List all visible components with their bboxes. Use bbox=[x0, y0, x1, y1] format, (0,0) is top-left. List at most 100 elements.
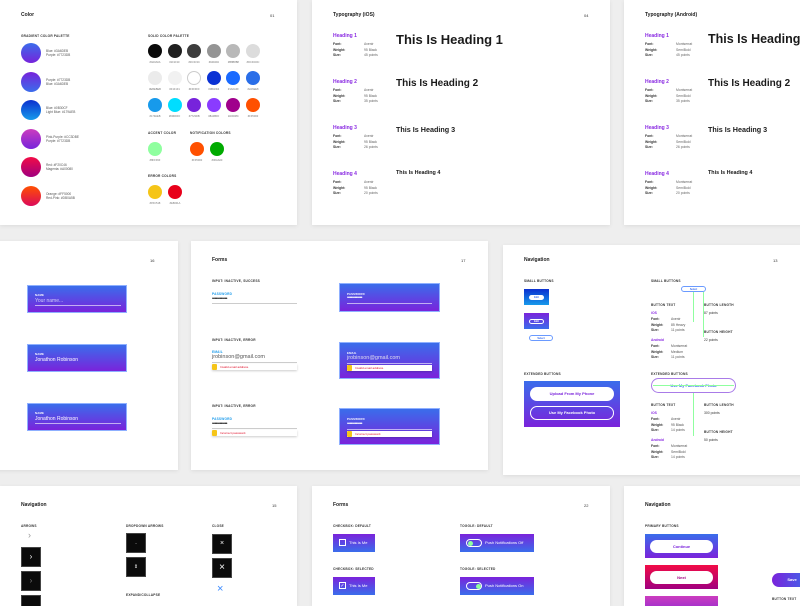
spec-label: Weight: bbox=[645, 139, 658, 144]
email-input[interactable]: jrobinson@gmail.com bbox=[212, 354, 265, 360]
spec-label: Weight: bbox=[645, 185, 658, 190]
color-swatch bbox=[246, 98, 260, 112]
page-title: Navigation bbox=[645, 502, 671, 508]
upload-from-phone-button[interactable]: Upload From My Phone bbox=[530, 387, 614, 401]
checkbox-label: This Is Me bbox=[349, 583, 368, 588]
spec-label: Font: bbox=[651, 417, 660, 421]
spec-value: 26 points bbox=[364, 145, 378, 149]
save-button[interactable]: Save bbox=[772, 573, 800, 587]
gradient-hex-label: Pink-Purple: #CC3DBE Purple: #7723DB bbox=[46, 134, 79, 143]
error-swatch bbox=[148, 185, 162, 199]
input-label: NAME bbox=[35, 411, 45, 415]
spec-label: Size: bbox=[333, 191, 341, 195]
continue-button[interactable]: Continue bbox=[650, 540, 713, 553]
chevron-right-icon[interactable]: › bbox=[21, 547, 41, 567]
spec-value: 14 points bbox=[671, 455, 685, 459]
heading-sample: This Is Heading 3 bbox=[708, 125, 768, 134]
heading-name: Heading 3 bbox=[645, 125, 669, 131]
spec-value: Avenir bbox=[364, 180, 374, 184]
spec-value: 11 points bbox=[671, 355, 685, 359]
spec-label: Font: bbox=[651, 444, 660, 448]
section-label: EXTENDED BUTTONS bbox=[651, 372, 688, 376]
name-input-placeholder[interactable]: NAME Your name... bbox=[27, 285, 127, 313]
name-input-focused[interactable]: NAME Jonathon Robinson bbox=[27, 344, 127, 372]
page-title: Forms bbox=[212, 257, 228, 263]
color-swatch bbox=[187, 98, 202, 112]
heading-sample: This Is Heading 4 bbox=[396, 170, 441, 176]
spec-label: Size: bbox=[645, 99, 653, 103]
accent-color-label: ACCENT COLOR bbox=[148, 131, 177, 135]
heading-name: Heading 1 bbox=[645, 33, 669, 39]
accent-swatch bbox=[148, 142, 162, 156]
checkbox-selected[interactable]: ✓ This Is Me bbox=[333, 577, 375, 595]
password-input[interactable]: •••••••••••• bbox=[212, 296, 228, 302]
section-label: INPUT: INACTIVE, ERROR bbox=[212, 338, 256, 342]
chevron-right-icon[interactable]: › bbox=[21, 571, 41, 591]
spec-value: 95 Black bbox=[364, 93, 378, 98]
section-label: TOGGLE: DEFAULT bbox=[460, 524, 493, 528]
gradient-swatch bbox=[21, 43, 41, 63]
section-label: CHECKBOX: SELECTED bbox=[333, 567, 374, 571]
extended-buttons-bg: Upload From My Phone Use My Facebook Pho… bbox=[524, 381, 620, 427]
spec-value: Montserrat bbox=[676, 42, 693, 46]
password-error-input-dark[interactable]: PASSWORD •••••••••••• Incorrect password… bbox=[339, 408, 440, 445]
spec-label: Font: bbox=[333, 42, 342, 46]
color-swatch bbox=[246, 44, 260, 58]
hex-label: #F1F1F1 bbox=[169, 88, 180, 91]
section-label: CLOSE bbox=[212, 524, 224, 528]
heading-name: Heading 1 bbox=[333, 33, 357, 39]
error-message: Incorrect password. bbox=[347, 431, 432, 437]
spec-value: SemiBold bbox=[676, 93, 691, 98]
spec-value: 300 points bbox=[704, 411, 720, 415]
gradient-swatch bbox=[21, 100, 41, 120]
email-input-dark[interactable]: EMAIL jrobinson@gmail.com Invalid email … bbox=[339, 342, 440, 379]
hex-label: #0A0A0A bbox=[149, 61, 161, 64]
color-card: Color 01 GRADIENT COLOR PALETTE Blue: #3… bbox=[0, 0, 297, 225]
spec-value: Avenir bbox=[364, 88, 374, 92]
next-button[interactable]: Next bbox=[650, 571, 713, 584]
page-title: Navigation bbox=[524, 257, 550, 263]
arrow-button[interactable] bbox=[21, 595, 41, 606]
spec-label: Size: bbox=[333, 99, 341, 103]
edit-button-outline[interactable]: Edit bbox=[529, 319, 544, 324]
gradient-palette-label: GRADIENT COLOR PALETTE bbox=[21, 34, 70, 38]
color-swatch bbox=[226, 71, 241, 85]
input-label: NAME bbox=[35, 352, 45, 356]
name-input-filled[interactable]: NAME Jonathon Robinson bbox=[27, 403, 127, 431]
hex-label: #A0008C bbox=[227, 115, 239, 118]
page-number: 16 bbox=[150, 258, 155, 263]
chevron-down-icon[interactable]: ⌄ bbox=[126, 533, 146, 553]
gradient-hex-label: Blue: #0B30CF Light Blue: #179AEB bbox=[46, 106, 76, 115]
close-icon[interactable]: × bbox=[212, 534, 232, 554]
select-button[interactable]: Select bbox=[529, 335, 553, 341]
section-label: BUTTON HEIGHT bbox=[704, 430, 733, 434]
spec-value: 95 Black bbox=[364, 185, 378, 190]
gradient-swatch bbox=[21, 185, 41, 206]
spec-value: Montserrat bbox=[676, 180, 693, 184]
small-button-purple-bg: Edit bbox=[524, 313, 549, 329]
close-icon[interactable]: × bbox=[217, 583, 223, 595]
use-facebook-photo-button[interactable]: Use My Facebook Photo bbox=[530, 406, 614, 420]
spec-value: SemiBold bbox=[676, 185, 691, 190]
input-value: jrobinson@gmail.com bbox=[347, 355, 400, 361]
spec-value: SemiBold bbox=[676, 47, 691, 52]
password-input-dark[interactable]: PASSWORD •••••••••••• bbox=[339, 283, 440, 312]
edit-button[interactable]: Edit bbox=[529, 295, 544, 300]
spec-label: Size: bbox=[651, 355, 659, 359]
notification-colors-label: NOTIFICATION COLORS bbox=[190, 131, 231, 135]
chevron-right-icon[interactable]: › bbox=[28, 530, 31, 540]
toggle-on-icon bbox=[466, 582, 482, 590]
toggle-selected[interactable]: Push Notifications On bbox=[460, 577, 534, 595]
checkbox-default[interactable]: This Is Me bbox=[333, 534, 375, 552]
spec-value: Montserrat bbox=[676, 134, 693, 138]
spec-label: Font: bbox=[333, 180, 342, 184]
spec-value: 85 Heavy bbox=[671, 322, 686, 327]
up-down-icon[interactable]: ⇕ bbox=[126, 557, 146, 577]
toggle-default[interactable]: Push Notifications Off bbox=[460, 534, 534, 552]
password-input[interactable]: •••••••••••• bbox=[212, 421, 228, 427]
input-value: •••••••••••• bbox=[347, 421, 363, 427]
section-label: BUTTON LENGTH bbox=[704, 303, 734, 307]
gradient-swatch bbox=[21, 71, 41, 92]
close-icon[interactable]: × bbox=[212, 558, 232, 578]
spec-value: Montserrat bbox=[676, 88, 693, 92]
